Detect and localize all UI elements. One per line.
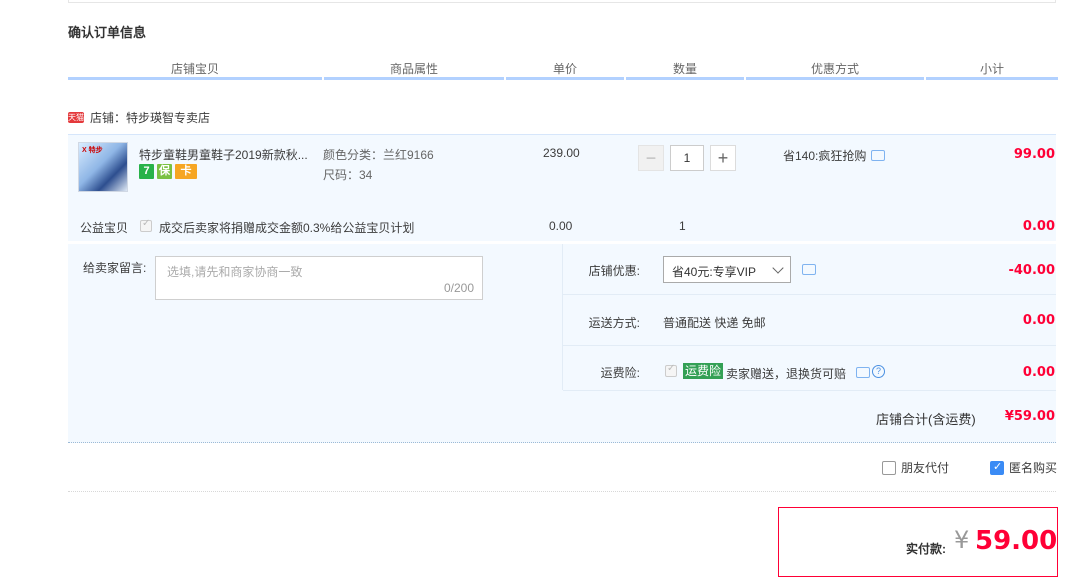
unit-price: 239.00	[543, 146, 580, 160]
card-payment-icon[interactable]: 卡	[175, 164, 197, 179]
charity-text: 成交后卖家将捐赠成交金额0.3%给公益宝贝计划	[159, 221, 415, 235]
attr-color: 颜色分类：兰红9166	[323, 148, 434, 162]
shop-discount-amount: -40.00	[1008, 263, 1055, 278]
shipping-amount: 0.00	[1022, 313, 1055, 328]
payment-label: 实付款:	[906, 542, 946, 556]
friend-pay-label: 朋友代付	[901, 461, 950, 475]
table-header: 店铺宝贝 商品属性 单价 数量 优惠方式 小计	[68, 58, 1058, 80]
payment-summary: 实付款: ¥ 59.00	[778, 507, 1058, 577]
tmall-icon: 天猫	[68, 111, 84, 123]
shop-row: 天猫 店铺： 特步瑛智专卖店	[68, 108, 210, 126]
product-title[interactable]: 特步童鞋男童鞋子2019新款秋...	[139, 146, 311, 163]
insurance-check-box: ✓	[665, 363, 677, 377]
shipping-label: 运送方式:	[588, 316, 640, 330]
qty-plus-button[interactable]: +	[710, 145, 736, 171]
item-subtotal: 99.00	[1013, 147, 1055, 162]
anonymous-label: 匿名购买	[1009, 461, 1058, 475]
col-unit-price: 单价	[506, 58, 624, 80]
shop-discount-selected: 省40元:专享VIP	[672, 265, 757, 279]
check-icon: ✓	[142, 218, 151, 229]
insurance-amount: 0.00	[1022, 365, 1055, 380]
chevron-down-icon	[772, 262, 784, 274]
charity-subtotal: 0.00	[1022, 219, 1055, 234]
promotion: 省140:疯狂抢购	[783, 147, 886, 164]
attr-size: 尺码：34	[323, 168, 373, 182]
message-char-count: 0/200	[443, 281, 474, 295]
col-shop-item: 店铺宝贝	[68, 58, 322, 80]
chat-icon[interactable]	[871, 150, 886, 161]
divider	[68, 491, 1056, 492]
charity-check-box: ✓	[140, 218, 152, 232]
shop-total-value: ¥59.00	[1004, 409, 1055, 424]
col-quantity: 数量	[626, 58, 744, 80]
chat-icon[interactable]	[856, 367, 870, 378]
qty-minus-button[interactable]: −	[638, 145, 664, 171]
charity-price: 0.00	[549, 219, 573, 233]
friend-pay-checkbox[interactable]	[882, 460, 896, 475]
chat-icon[interactable]	[802, 264, 816, 275]
guarantee-icon[interactable]: 保	[157, 164, 172, 179]
insurance-tag: 运费险	[683, 363, 724, 379]
anonymous-checkbox[interactable]	[990, 460, 1004, 475]
shipping-value: 普通配送 快递 免邮	[663, 316, 766, 330]
col-promotion: 优惠方式	[746, 58, 924, 80]
insurance-label: 运费险:	[600, 366, 640, 380]
shop-name[interactable]: 特步瑛智专卖店	[126, 109, 210, 126]
payment-currency: ¥	[954, 526, 970, 554]
row-divider	[563, 294, 1056, 295]
service-badges: 7 保 卡	[139, 164, 197, 179]
charity-qty: 1	[679, 219, 686, 233]
message-placeholder: 选填,请先和商家协商一致	[167, 265, 303, 279]
help-icon[interactable]: ?	[872, 365, 885, 378]
insurance-text: 卖家赠送，退换货可赔	[726, 367, 847, 381]
charity-checkbox: ✓	[140, 218, 152, 235]
product-thumbnail[interactable]: X 特步	[78, 142, 128, 192]
seven-day-return-icon[interactable]: 7	[139, 164, 154, 179]
message-label: 给卖家留言:	[83, 261, 147, 275]
insurance-icons: ?	[856, 365, 885, 378]
row-divider	[563, 345, 1056, 346]
check-icon: ✓	[667, 363, 676, 374]
insurance-checkbox: ✓	[665, 363, 677, 380]
charity-label: 公益宝贝	[80, 221, 129, 235]
col-attributes: 商品属性	[324, 58, 504, 80]
qty-input[interactable]: 1	[670, 145, 704, 171]
friend-pay-option[interactable]: 朋友代付	[882, 459, 949, 476]
anonymous-option[interactable]: 匿名购买	[990, 459, 1057, 476]
shop-discount-select[interactable]: 省40元:专享VIP	[663, 256, 791, 283]
thumbnail-brand-text: X 特步	[82, 147, 103, 154]
shop-label: 店铺：	[90, 110, 127, 125]
payment-amount: 59.00	[975, 526, 1058, 556]
shop-discount-label: 店铺优惠:	[588, 264, 640, 278]
message-input[interactable]: 选填,请先和商家协商一致 0/200	[155, 256, 483, 300]
top-container-edge	[68, 0, 1056, 3]
row-divider	[563, 390, 1056, 391]
promotion-text: 省140:疯狂抢购	[783, 149, 867, 163]
section-title: 确认订单信息	[68, 25, 147, 40]
col-subtotal: 小计	[926, 58, 1058, 80]
shop-total-label: 店铺合计(含运费)	[876, 412, 976, 427]
quantity-stepper: − 1 +	[638, 145, 736, 171]
